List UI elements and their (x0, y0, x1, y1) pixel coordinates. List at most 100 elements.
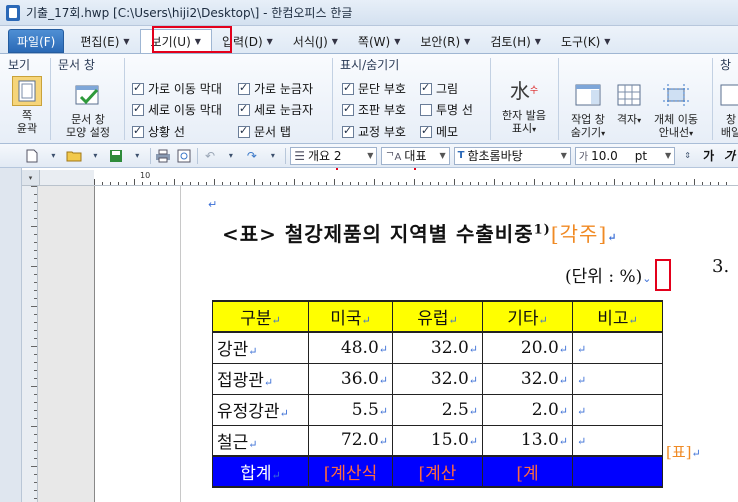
table-cell[interactable]: ↵ (572, 331, 663, 364)
font-select[interactable]: T 함초롬바탕 ▼ (453, 146, 571, 165)
formula-cell[interactable]: [계 (482, 455, 573, 488)
table-cell[interactable]: 15.0↵ (392, 424, 483, 457)
formula-cell[interactable]: [계산 (392, 455, 483, 488)
print-icon[interactable] (155, 148, 172, 164)
ruler-label: 10 (140, 171, 151, 180)
work-window-hide-button[interactable]: 작업 창 숨기기▾ (562, 80, 614, 140)
table-cell[interactable]: 32.0↵ (392, 362, 483, 395)
table-caption[interactable]: <표> 철강제품의 지역별 수출비중1)[각주]↵ (222, 218, 617, 247)
checkbox-status-bar[interactable]: 상황 선 (132, 123, 185, 140)
checkbox-transparent-lines[interactable]: 투명 선 (420, 101, 473, 118)
header-cell[interactable]: 비고↵ (572, 300, 663, 333)
table-cell[interactable]: ↵ (572, 393, 663, 426)
table-cell[interactable]: 접광관↵ (212, 362, 309, 395)
table-cell[interactable]: 72.0↵ (308, 424, 393, 457)
chevron-down-icon: ▼ (367, 151, 374, 160)
table-cell[interactable]: 20.0↵ (482, 331, 573, 364)
table-cell[interactable]: 2.5↵ (392, 393, 483, 426)
language-select[interactable]: ᄀA 대표 ▼ (381, 146, 450, 165)
table-cell[interactable]: ↵ (572, 424, 663, 457)
chevron-down-icon: ▼ (604, 36, 611, 46)
checkbox-doc-tab[interactable]: 문서 탭 (238, 123, 291, 140)
table-cell[interactable]: 철근↵ (212, 424, 309, 457)
tab-format[interactable]: 서식(J) ▼ (283, 29, 348, 53)
chevron-down-icon[interactable]: ▾ (222, 148, 239, 164)
tab-page[interactable]: 쪽(W) ▼ (348, 29, 410, 53)
chevron-down-icon: ▼ (464, 36, 471, 46)
redo-icon[interactable]: ↷ (243, 148, 260, 164)
page-outline-button[interactable]: 쪽 윤곽 (10, 76, 44, 135)
tab-edit[interactable]: 편집(E) ▼ (70, 29, 139, 53)
checkbox-pictures[interactable]: 그림 (420, 80, 458, 97)
doc-window-style-button[interactable]: 문서 창 모양 설정 (58, 80, 118, 139)
header-cell[interactable]: 기타↵ (482, 300, 573, 333)
checkbox-vertical-scrollbar[interactable]: 세로 이동 막대 (132, 101, 222, 118)
group-label-view: 보기 (8, 58, 31, 72)
chevron-down-icon[interactable]: ▾ (264, 148, 281, 164)
checkbox-memo[interactable]: 메모 (420, 123, 458, 140)
undo-icon[interactable]: ↶ (202, 148, 219, 164)
table-cell[interactable]: 5.5↵ (308, 393, 393, 426)
chevron-down-icon[interactable]: ▾ (129, 148, 146, 164)
header-cell[interactable]: 구분↵ (212, 300, 309, 333)
table-cell[interactable]: ↵ (572, 362, 663, 395)
save-icon[interactable] (108, 148, 125, 164)
tab-view[interactable]: 보기(U) ▼ (139, 29, 212, 53)
chevron-down-icon: ▼ (394, 36, 401, 46)
open-folder-icon[interactable] (66, 148, 83, 164)
style-select[interactable]: ☰ 개요 2 ▼ (290, 146, 378, 165)
checkbox-proof-marks[interactable]: 교정 부호 (342, 123, 406, 140)
checkbox-paragraph-marks[interactable]: 문단 부호 (342, 80, 406, 97)
table-cell[interactable]: 48.0↵ (308, 331, 393, 364)
tab-security[interactable]: 보안(R) ▼ (410, 29, 480, 53)
horizontal-ruler[interactable]: 10 (40, 170, 738, 186)
table-header-row: 구분↵ 미국↵ 유럽↵ 기타↵ 비고↵ (212, 300, 663, 333)
italic-button[interactable]: 가 (721, 148, 738, 164)
table-cell[interactable]: 2.0↵ (482, 393, 573, 426)
table-cell[interactable]: 36.0↵ (308, 362, 393, 395)
tab-review[interactable]: 검토(H) ▼ (480, 29, 551, 53)
bold-button[interactable]: 가 (700, 148, 717, 164)
hanja-pronunciation-button[interactable]: 水수 한자 발음 표시▾ (494, 76, 554, 136)
new-document-icon[interactable] (24, 148, 41, 164)
chevron-down-icon[interactable]: ▾ (45, 148, 62, 164)
unit-label[interactable]: (단위 : %)⌄ (565, 262, 651, 287)
group-label-window: 창 (720, 58, 732, 72)
formula-cell[interactable]: [계산식 (308, 455, 393, 488)
table-cell[interactable]: 32.0↵ (392, 331, 483, 364)
grid-button[interactable]: 격자▾ (614, 80, 644, 127)
chevron-down-icon: ▼ (534, 36, 541, 46)
table-row: 철근↵ 72.0↵ 15.0↵ 13.0↵ ↵ (212, 424, 663, 457)
margin-guide (180, 186, 181, 502)
window-arrange-button[interactable]: 창 배일 (716, 80, 738, 139)
object-move-guide-button[interactable]: 개체 이동 안내선▾ (646, 80, 706, 140)
total-label-cell[interactable]: 합계↵ (212, 455, 309, 488)
checkbox-control-codes[interactable]: 조판 부호 (342, 101, 406, 118)
font-icon: T (457, 150, 465, 161)
ruler-corner-button[interactable]: ▾ (22, 170, 40, 186)
checkbox-horizontal-ruler[interactable]: 가로 눈금자 (238, 80, 313, 97)
preview-icon[interactable] (176, 148, 193, 164)
tab-tools[interactable]: 도구(K) ▼ (551, 29, 620, 53)
table-cell[interactable] (572, 455, 663, 488)
table-cell[interactable]: 13.0↵ (482, 424, 573, 457)
checkbox-horizontal-scrollbar[interactable]: 가로 이동 막대 (132, 80, 222, 97)
tab-file[interactable]: 파일(F) (8, 29, 65, 53)
header-cell[interactable]: 미국↵ (308, 300, 393, 333)
header-cell[interactable]: 유럽↵ (392, 300, 483, 333)
table-cell[interactable]: 유정강관↵ (212, 393, 309, 426)
chevron-down-icon[interactable]: ▾ (87, 148, 104, 164)
work-window-icon (573, 80, 603, 110)
spin-updown-icon[interactable]: ⇕ (679, 148, 696, 164)
data-table[interactable]: 구분↵ 미국↵ 유럽↵ 기타↵ 비고↵ 강관↵ 48.0↵ 32.0↵ 20.0… (212, 300, 663, 488)
table-cell[interactable]: 강관↵ (212, 331, 309, 364)
checkbox-vertical-ruler[interactable]: 세로 눈금자 (238, 101, 313, 118)
table-control-code: [표]↵ (666, 443, 701, 461)
tab-insert[interactable]: 입력(D) ▼ (212, 29, 283, 53)
vertical-ruler[interactable] (22, 186, 38, 502)
table-total-row: 합계↵ [계산식 [계산 [계 (212, 455, 663, 488)
table-cell[interactable]: 32.0↵ (482, 362, 573, 395)
grid-icon (614, 80, 644, 110)
vertical-ruler-ticks (31, 186, 37, 499)
font-size-input[interactable]: 가 10.0 pt ▼ (574, 146, 676, 165)
